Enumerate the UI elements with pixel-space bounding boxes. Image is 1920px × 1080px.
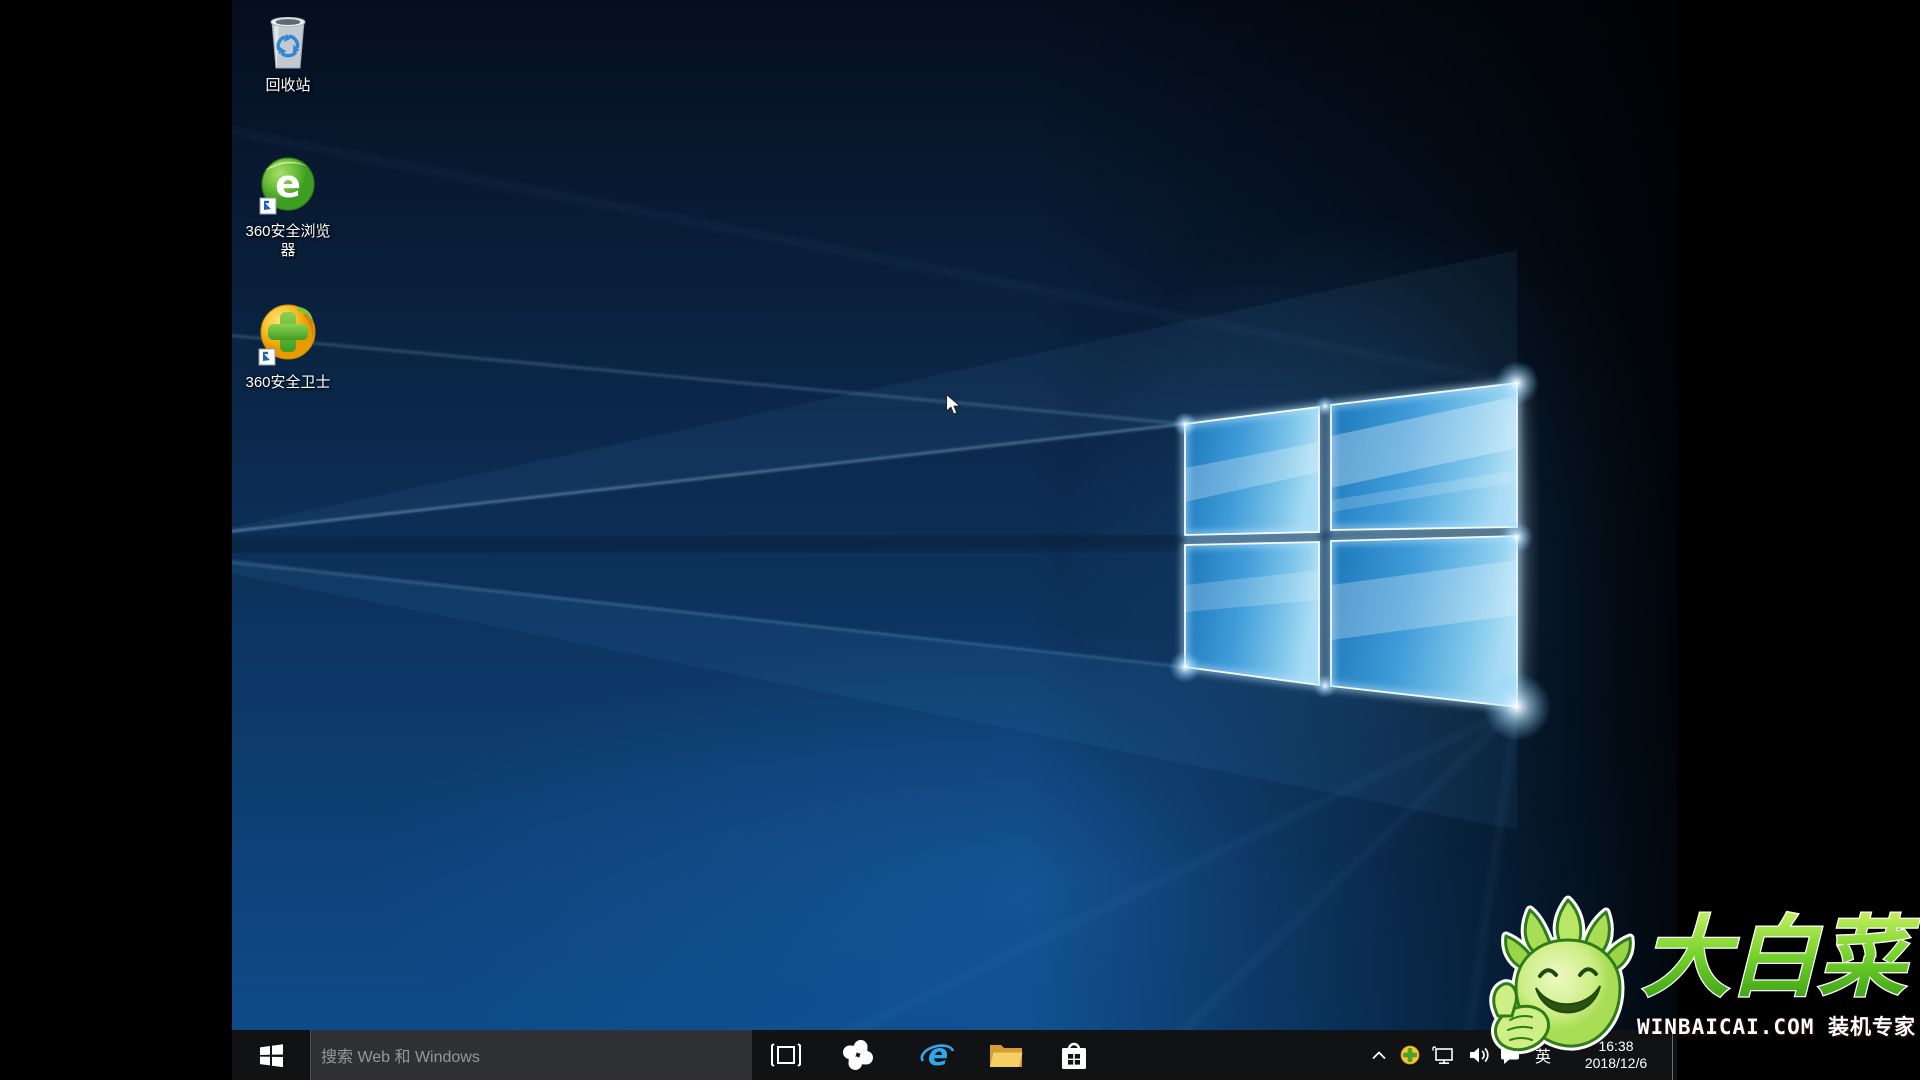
internet-explorer-button[interactable]: e — [914, 1030, 962, 1080]
mouse-cursor — [946, 394, 963, 417]
start-button[interactable] — [232, 1030, 310, 1080]
store-button[interactable] — [1050, 1030, 1098, 1080]
desktop-icon-label: 360安全卫士 — [240, 373, 336, 392]
desktop-icon-label: 360安全浏览器 — [240, 222, 336, 260]
desktop-icon-360-guard[interactable]: 360安全卫士 — [238, 299, 338, 392]
shortcut-arrow-badge — [259, 349, 275, 365]
watermark-title: 大白菜 — [1638, 898, 1920, 1016]
taskbar-search-box[interactable]: 搜索 Web 和 Windows — [310, 1030, 752, 1080]
task-view-button[interactable] — [762, 1030, 810, 1080]
folder-icon — [988, 1041, 1024, 1069]
360-guard-icon — [255, 299, 321, 369]
search-placeholder: 搜索 Web 和 Windows — [321, 1043, 480, 1067]
watermark-subtitle: WINBAICAI.COM 装机专家 — [1637, 1011, 1916, 1041]
watermark-title-text: 大白菜 — [1642, 906, 1920, 1009]
svg-text:e: e — [275, 162, 301, 206]
windows-hero-wallpaper — [232, 0, 1677, 1080]
desktop-icon-label: 回收站 — [240, 76, 336, 95]
pinwheel-app-button[interactable] — [834, 1030, 882, 1080]
tray-chevron-up-icon[interactable] — [1365, 1030, 1393, 1080]
desktop-icon-360-browser[interactable]: e 360安全浏览器 — [238, 152, 338, 260]
letterbox-left — [0, 0, 232, 1080]
desktop-icon-recycle-bin[interactable]: 回收站 — [238, 10, 338, 95]
store-bag-icon — [1059, 1039, 1089, 1071]
tray-360-icon[interactable] — [1396, 1030, 1424, 1080]
desktop: 回收站 e 360安全浏览器 — [232, 0, 1677, 1080]
svg-text:e: e — [928, 1038, 948, 1072]
watermark-cabbage-mascot — [1478, 888, 1658, 1068]
screen: 回收站 e 360安全浏览器 — [0, 0, 1920, 1080]
360-browser-icon: e — [257, 152, 319, 218]
shortcut-arrow-badge — [260, 198, 276, 214]
recycle-bin-icon — [263, 10, 313, 72]
windows-logo-icon — [260, 1044, 283, 1067]
task-view-icon — [770, 1042, 802, 1068]
tray-network-icon[interactable] — [1428, 1030, 1460, 1080]
ie-icon: e — [920, 1038, 956, 1072]
pinwheel-icon — [843, 1040, 873, 1070]
taskbar: 搜索 Web 和 Windows e — [232, 1030, 1677, 1080]
file-explorer-button[interactable] — [982, 1030, 1030, 1080]
